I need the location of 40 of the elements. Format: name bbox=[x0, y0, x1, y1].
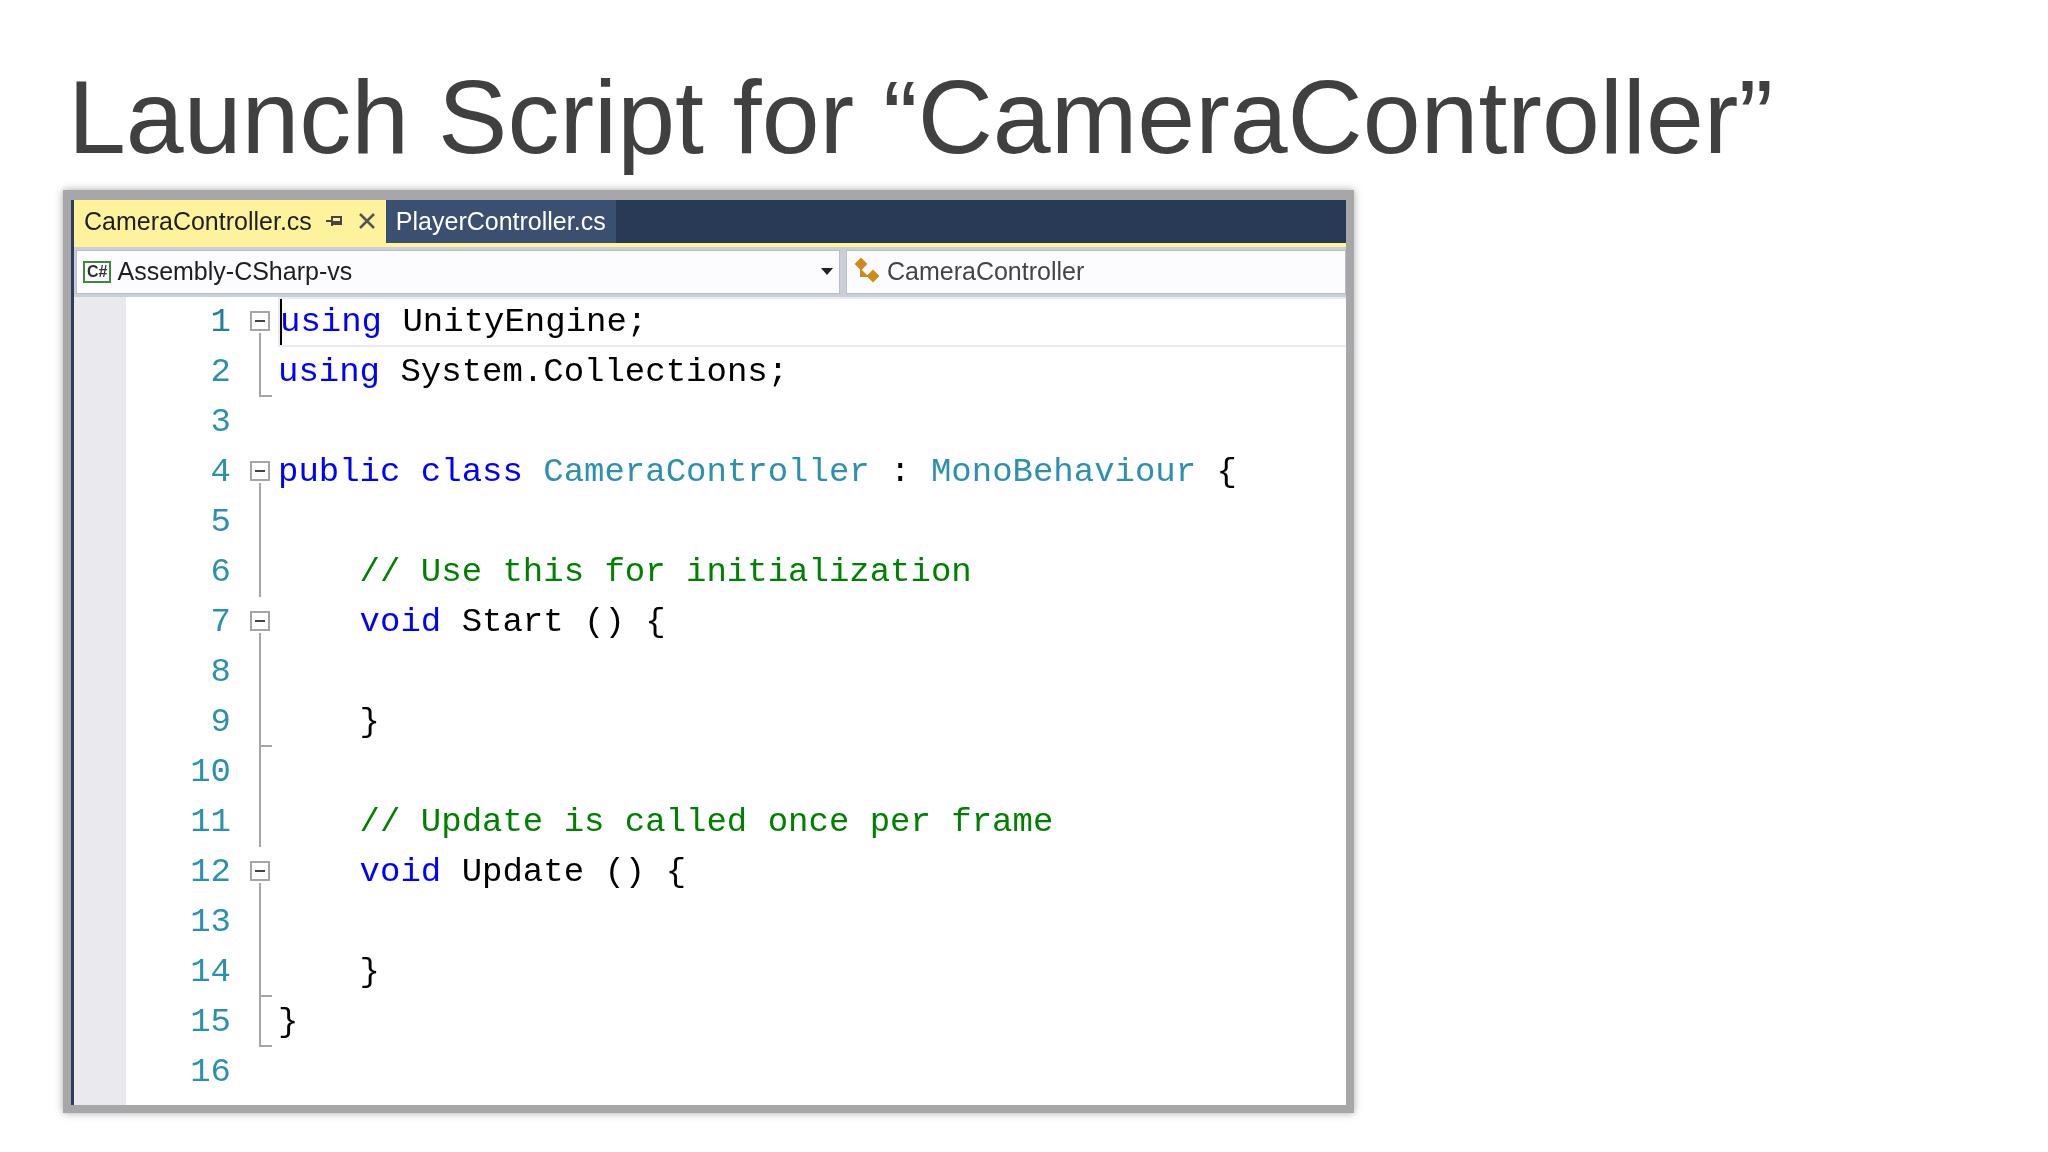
line-number: 7 bbox=[209, 602, 231, 641]
slide-title: Launch Script for “CameraController” bbox=[68, 58, 1775, 177]
code-line: } bbox=[358, 951, 382, 993]
line-number: 4 bbox=[209, 452, 231, 491]
line-number: 16 bbox=[189, 1052, 231, 1091]
line-number: 14 bbox=[189, 952, 231, 991]
pin-icon[interactable] bbox=[325, 214, 344, 229]
fold-guide-line bbox=[259, 996, 272, 1047]
type-dropdown[interactable]: CameraController bbox=[846, 249, 1346, 294]
line-number: 10 bbox=[189, 752, 231, 791]
line-number: 15 bbox=[189, 1002, 231, 1041]
code-line: void Update () { bbox=[358, 851, 688, 893]
project-dropdown[interactable]: C# Assembly-CSharp-vs bbox=[76, 249, 840, 294]
line-number: 3 bbox=[209, 402, 231, 441]
collapse-icon[interactable] bbox=[250, 460, 270, 481]
line-number: 12 bbox=[189, 852, 231, 891]
line-number: 5 bbox=[209, 502, 231, 541]
line-number: 6 bbox=[209, 552, 231, 591]
code-line: } bbox=[278, 1001, 300, 1043]
file-tab[interactable]: CameraController.cs bbox=[74, 199, 386, 243]
line-number: 9 bbox=[209, 702, 231, 741]
line-number: 1 bbox=[209, 302, 231, 341]
close-icon[interactable] bbox=[357, 212, 376, 231]
line-number: 11 bbox=[189, 802, 231, 841]
line-number: 8 bbox=[209, 652, 231, 691]
code-line: using UnityEngine; bbox=[278, 296, 1346, 347]
code-line: // Use this for initialization bbox=[358, 551, 973, 593]
file-tab[interactable]: PlayerController.cs bbox=[385, 199, 616, 243]
dropdown-arrow-icon bbox=[821, 268, 833, 276]
collapse-icon[interactable] bbox=[250, 310, 270, 331]
code-line: public class CameraController : MonoBehaviour { bbox=[278, 451, 1238, 493]
collapse-icon[interactable] bbox=[250, 610, 270, 631]
csharp-icon: C# bbox=[83, 260, 112, 283]
code-line: // Update is called once per frame bbox=[358, 801, 1055, 843]
line-number: 13 bbox=[189, 902, 231, 941]
code-line: void Start () { bbox=[358, 601, 667, 643]
collapse-icon[interactable] bbox=[250, 860, 270, 881]
code-line: } bbox=[358, 701, 382, 743]
code-line: using System.Collections; bbox=[278, 351, 790, 393]
line-number: 2 bbox=[209, 352, 231, 391]
